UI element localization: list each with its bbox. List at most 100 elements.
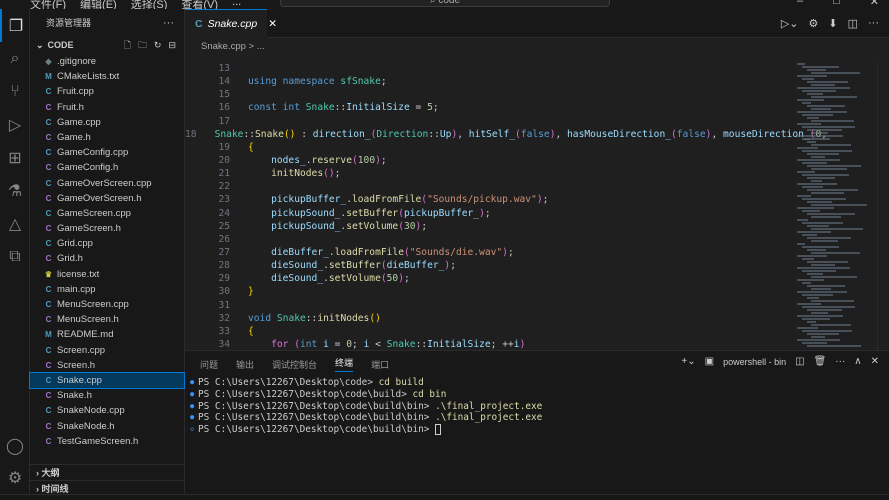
minimap-line: [806, 69, 826, 71]
terminal-name[interactable]: powershell - bin: [723, 357, 786, 367]
minimap-line: [806, 309, 842, 311]
file-item[interactable]: C GameOverScreen.cpp: [30, 176, 184, 191]
more-icon[interactable]: ···: [835, 356, 845, 367]
file-tree: ◆ .gitignore M CMakeLists.txt C Fruit.cpp C Fru…: [29, 54, 185, 449]
file-item[interactable]: C SnakeNode.cpp: [30, 403, 184, 418]
more-icon[interactable]: ···: [868, 17, 879, 30]
build-icon[interactable]: ⬇: [828, 17, 837, 30]
gear-icon[interactable]: ⚙: [0, 461, 30, 494]
file-item[interactable]: C GameConfig.h: [30, 160, 184, 175]
menu-item[interactable]: 查看(V): [181, 0, 218, 9]
source-control-icon[interactable]: ⑂: [0, 75, 30, 108]
refresh-icon[interactable]: ↻: [154, 37, 162, 54]
maximize-panel-icon[interactable]: ∧: [854, 356, 861, 367]
split-terminal-icon[interactable]: ◫: [795, 356, 804, 367]
file-item[interactable]: C GameOverScreen.h: [30, 191, 184, 206]
folder-section[interactable]: ⌄ CODE 🗋 🗀 ↻ ⊟: [30, 37, 184, 54]
code-view[interactable]: 13 14 using namespace sfSnake; 15 16 const in…: [185, 62, 827, 351]
minimap-line: [811, 72, 861, 74]
minimap-line: [797, 135, 844, 137]
command-center-search[interactable]: ⌕ code: [280, 0, 610, 7]
close-window-button[interactable]: ✕: [870, 0, 879, 8]
file-item[interactable]: C Game.h: [30, 130, 184, 145]
trash-icon[interactable]: 🗑: [814, 356, 827, 367]
search-icon[interactable]: ⌕: [0, 42, 30, 75]
file-item[interactable]: C GameScreen.h: [30, 221, 184, 236]
testing-icon[interactable]: ⚗: [0, 174, 30, 207]
code-line: 15: [185, 88, 795, 101]
run-debug-icon[interactable]: ▷: [0, 108, 30, 141]
menu-item[interactable]: 选择(S): [131, 0, 168, 9]
cmake-icon[interactable]: △: [0, 207, 30, 240]
remote-explorer-icon[interactable]: ⧉: [0, 240, 30, 273]
panel-tab[interactable]: 输出: [236, 358, 254, 371]
run-icon[interactable]: ▷⌄: [781, 17, 799, 30]
menu-item[interactable]: 文件(F): [30, 0, 66, 9]
file-item[interactable]: C Screen.h: [30, 358, 184, 373]
minimap-line: [801, 318, 830, 320]
file-item[interactable]: M README.md: [30, 327, 184, 342]
minimap-line: [811, 132, 829, 134]
more-icon[interactable]: ···: [163, 9, 174, 37]
file-item[interactable]: C Snake.h: [30, 388, 184, 403]
line-number: 31: [218, 299, 230, 311]
file-item[interactable]: C SnakeNode.h: [30, 419, 184, 434]
minimap-line: [801, 282, 811, 284]
file-item[interactable]: C Grid.h: [30, 251, 184, 266]
panel-tab[interactable]: 问题: [200, 358, 218, 371]
minimap-line: [801, 114, 833, 116]
minimap[interactable]: [797, 62, 877, 352]
new-terminal-icon[interactable]: +⌄: [681, 356, 695, 367]
file-item[interactable]: C Snake.cpp: [29, 371, 185, 390]
code-text: Snake::Snake() : direction_(Direction::U…: [214, 128, 827, 140]
vertical-scrollbar[interactable]: [877, 62, 889, 350]
minimap-line: [797, 291, 847, 293]
file-item[interactable]: C MenuScreen.cpp: [30, 297, 184, 312]
file-item[interactable]: C MenuScreen.h: [30, 312, 184, 327]
file-item[interactable]: C Grid.cpp: [30, 236, 184, 251]
close-panel-icon[interactable]: ✕: [871, 356, 879, 367]
close-icon[interactable]: ✕: [268, 18, 277, 30]
file-item[interactable]: C Screen.cpp: [30, 343, 184, 358]
minimap-line: [811, 108, 832, 110]
file-item[interactable]: C TestGameScreen.h: [30, 434, 184, 449]
new-file-icon[interactable]: 🗋: [124, 37, 131, 54]
file-item[interactable]: C GameScreen.cpp: [30, 206, 184, 221]
split-editor-icon[interactable]: ◫: [848, 17, 858, 30]
file-item[interactable]: Cmain.cpp: [30, 282, 184, 297]
minimap-line: [806, 237, 852, 239]
tab-snake-cpp[interactable]: C Snake.cpp ✕: [185, 9, 277, 38]
minimap-line: [811, 252, 861, 254]
gear-icon[interactable]: ⚙: [809, 17, 819, 30]
menu-item[interactable]: ...: [232, 0, 241, 9]
extensions-icon[interactable]: ⊞: [0, 141, 30, 174]
explorer-icon[interactable]: ❐: [0, 9, 30, 42]
file-item[interactable]: C GameConfig.cpp: [30, 145, 184, 160]
menu-item[interactable]: 编辑(E): [80, 0, 117, 9]
minimap-line: [801, 210, 821, 212]
outline-section[interactable]: › 大纲: [30, 464, 185, 480]
file-item[interactable]: M CMakeLists.txt: [30, 69, 184, 84]
account-icon[interactable]: ◯: [0, 429, 30, 462]
line-number: 26: [218, 233, 230, 245]
terminal-output[interactable]: ● PS C:\Users\12267\Desktop\code> cd buil…: [185, 377, 889, 436]
file-item[interactable]: ♛ license.txt: [30, 267, 184, 282]
file-item[interactable]: C Game.cpp: [30, 115, 184, 130]
breadcrumb[interactable]: Snake.cpp > ...: [185, 38, 889, 55]
minimize-button[interactable]: –: [797, 0, 803, 8]
panel-tab[interactable]: 端口: [371, 358, 389, 371]
new-folder-icon[interactable]: 🗀: [138, 37, 147, 54]
cpp-icon: C: [45, 117, 52, 127]
collapse-icon[interactable]: ⊟: [168, 37, 176, 54]
panel-tab[interactable]: 终端: [335, 356, 354, 372]
file-item[interactable]: ◆ .gitignore: [30, 54, 184, 69]
maximize-button[interactable]: □: [833, 0, 840, 8]
minimap-line: [797, 327, 818, 329]
minimap-line: [811, 336, 825, 338]
minimap-line: [806, 81, 849, 83]
file-item[interactable]: C Fruit.h: [30, 100, 184, 115]
panel-tab[interactable]: 调试控制台: [272, 358, 317, 371]
cpp-icon: C: [45, 406, 52, 416]
file-item[interactable]: C Fruit.cpp: [30, 84, 184, 99]
